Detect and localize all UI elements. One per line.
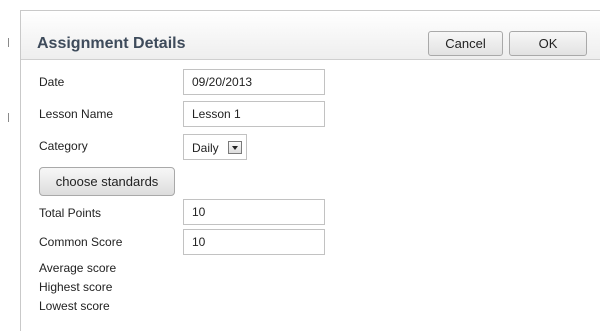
edge-mark (8, 38, 9, 47)
date-field[interactable] (183, 69, 325, 95)
lesson-name-label: Lesson Name (39, 107, 114, 121)
total-points-label: Total Points (39, 206, 102, 220)
date-label: Date (39, 75, 65, 89)
dialog-title: Assignment Details (37, 35, 186, 52)
category-select[interactable]: Daily (183, 134, 247, 160)
highest-score-label: Highest score (39, 280, 113, 294)
category-label: Category (39, 139, 88, 153)
dialog-header: Assignment Details Cancel OK (21, 11, 600, 60)
category-selected-value: Daily (192, 141, 219, 155)
average-score-label: Average score (39, 261, 117, 275)
choose-standards-button[interactable]: choose standards (39, 167, 175, 196)
triangle-down-icon[interactable] (228, 141, 242, 154)
cancel-button[interactable]: Cancel (428, 31, 503, 56)
common-score-label: Common Score (39, 235, 123, 249)
total-points-field[interactable] (183, 199, 325, 225)
lesson-name-field[interactable] (183, 101, 325, 127)
page: Assignment Details Cancel OK Date Lesson… (0, 0, 600, 331)
common-score-field[interactable] (183, 229, 325, 255)
edge-mark (8, 113, 9, 122)
lowest-score-label: Lowest score (39, 299, 110, 313)
assignment-details-dialog: Assignment Details Cancel OK Date Lesson… (20, 10, 600, 331)
ok-button[interactable]: OK (509, 31, 587, 56)
left-page-edge (0, 0, 14, 331)
